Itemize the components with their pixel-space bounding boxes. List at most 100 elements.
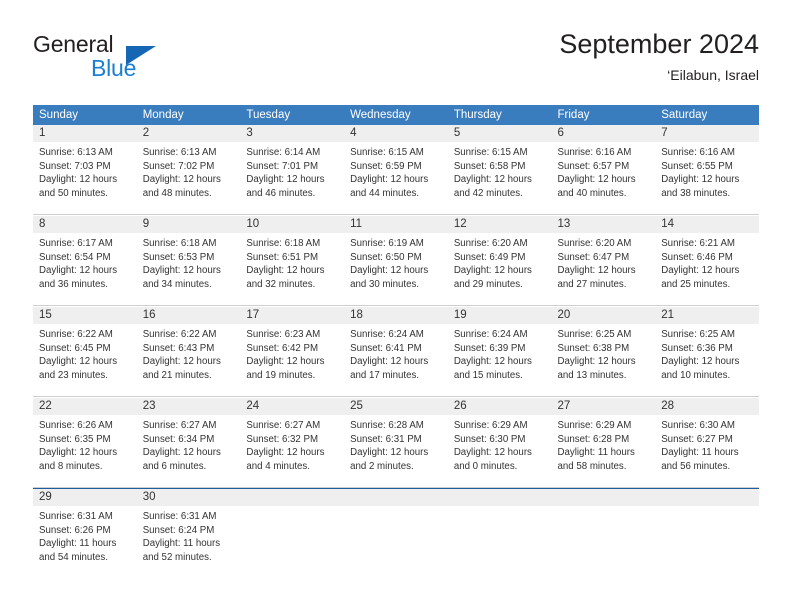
sunset-line: Sunset: 6:31 PM [350, 433, 422, 445]
sunrise-line: Sunrise: 6:18 AM [246, 238, 321, 249]
weekday-header-monday: Monday [142, 109, 184, 121]
daylight-line: Daylight: 11 hours and 54 minutes. [39, 538, 117, 563]
daylight-line: Daylight: 12 hours and 50 minutes. [39, 174, 118, 199]
sunset-line: Sunset: 7:03 PM [39, 160, 111, 172]
day-cell[interactable]: 2 Sunrise: 6:13 AM Sunset: 7:02 PM Dayli… [136, 125, 241, 215]
day-cell[interactable]: 5 Sunrise: 6:15 AM Sunset: 6:58 PM Dayli… [447, 125, 552, 215]
day-number: 22 [33, 398, 137, 415]
day-cell[interactable]: 18 Sunrise: 6:24 AM Sunset: 6:41 PM Dayl… [344, 307, 448, 397]
sunset-line: Sunset: 6:24 PM [142, 524, 215, 536]
sunrise-line: Sunrise: 6:25 AM [661, 329, 735, 340]
day-cell-empty [240, 489, 345, 573]
sunset-line: Sunset: 6:39 PM [453, 342, 526, 354]
sunset-line: Sunset: 6:49 PM [453, 251, 526, 263]
sunset-line: Sunset: 6:47 PM [557, 251, 630, 263]
day-cell[interactable]: 6 Sunrise: 6:16 AM Sunset: 6:57 PM Dayli… [551, 125, 656, 215]
daylight-line: Daylight: 11 hours and 56 minutes. [661, 447, 739, 472]
day-cell[interactable]: 17 Sunrise: 6:23 AM Sunset: 6:42 PM Dayl… [240, 307, 345, 397]
sunrise-line: Sunrise: 6:20 AM [453, 238, 528, 249]
daylight-line: Daylight: 12 hours and 25 minutes. [661, 265, 740, 290]
page-header: General Blue September 2024 ‘Eilabun, Is… [0, 0, 792, 100]
day-details: Sunrise: 6:25 AM Sunset: 6:38 PM Dayligh… [552, 324, 656, 382]
day-cell[interactable]: 1 Sunrise: 6:13 AM Sunset: 7:03 PM Dayli… [33, 125, 137, 215]
sunset-line: Sunset: 6:55 PM [661, 160, 733, 172]
weekday-header-saturday: Saturday [661, 109, 708, 121]
day-cell[interactable]: 25 Sunrise: 6:28 AM Sunset: 6:31 PM Dayl… [344, 398, 448, 488]
day-cell[interactable]: 3 Sunrise: 6:14 AM Sunset: 7:01 PM Dayli… [240, 125, 345, 215]
day-cell[interactable]: 13 Sunrise: 6:20 AM Sunset: 6:47 PM Dayl… [551, 216, 656, 306]
sunrise-line: Sunrise: 6:30 AM [661, 420, 735, 431]
day-cell[interactable]: 23 Sunrise: 6:27 AM Sunset: 6:34 PM Dayl… [136, 398, 241, 488]
calendar-page: General Blue September 2024 ‘Eilabun, Is… [0, 0, 792, 612]
day-cell[interactable]: 28 Sunrise: 6:30 AM Sunset: 6:27 PM Dayl… [655, 398, 759, 488]
day-cell[interactable]: 19 Sunrise: 6:24 AM Sunset: 6:39 PM Dayl… [447, 307, 552, 397]
sunset-line: Sunset: 6:36 PM [661, 342, 733, 354]
day-number: 21 [655, 307, 759, 324]
day-cell[interactable]: 21 Sunrise: 6:25 AM Sunset: 6:36 PM Dayl… [655, 307, 759, 397]
day-cell[interactable]: 11 Sunrise: 6:19 AM Sunset: 6:50 PM Dayl… [344, 216, 448, 306]
weekday-header-tuesday: Tuesday [246, 109, 291, 121]
day-number [447, 489, 552, 506]
day-cell[interactable]: 7 Sunrise: 6:16 AM Sunset: 6:55 PM Dayli… [655, 125, 759, 215]
day-cell[interactable]: 9 Sunrise: 6:18 AM Sunset: 6:53 PM Dayli… [136, 216, 241, 306]
week-row: 29 Sunrise: 6:31 AM Sunset: 6:26 PM Dayl… [33, 488, 759, 573]
day-cell[interactable]: 15 Sunrise: 6:22 AM Sunset: 6:45 PM Dayl… [33, 307, 137, 397]
sunset-line: Sunset: 6:57 PM [557, 160, 630, 172]
day-number: 13 [551, 216, 656, 233]
day-cell[interactable]: 24 Sunrise: 6:27 AM Sunset: 6:32 PM Dayl… [240, 398, 345, 488]
day-cell[interactable]: 27 Sunrise: 6:29 AM Sunset: 6:28 PM Dayl… [551, 398, 656, 488]
daylight-line: Daylight: 12 hours and 6 minutes. [142, 447, 221, 472]
day-details: Sunrise: 6:16 AM Sunset: 6:55 PM Dayligh… [655, 142, 759, 200]
sunrise-line: Sunrise: 6:17 AM [39, 238, 113, 249]
sunrise-line: Sunrise: 6:31 AM [142, 511, 217, 522]
day-number: 17 [240, 307, 345, 324]
day-cell[interactable]: 10 Sunrise: 6:18 AM Sunset: 6:51 PM Dayl… [240, 216, 345, 306]
day-cell[interactable]: 4 Sunrise: 6:15 AM Sunset: 6:59 PM Dayli… [344, 125, 448, 215]
day-number: 6 [551, 125, 656, 142]
day-cell[interactable]: 14 Sunrise: 6:21 AM Sunset: 6:46 PM Dayl… [655, 216, 759, 306]
sunrise-line: Sunrise: 6:27 AM [246, 420, 321, 431]
sunrise-line: Sunrise: 6:13 AM [39, 147, 113, 158]
daylight-line: Daylight: 12 hours and 23 minutes. [39, 356, 118, 381]
day-number: 8 [33, 216, 137, 233]
day-number [551, 489, 656, 506]
day-number: 15 [33, 307, 137, 324]
day-details: Sunrise: 6:31 AM Sunset: 6:24 PM Dayligh… [137, 506, 241, 564]
daylight-line: Daylight: 12 hours and 40 minutes. [557, 174, 636, 199]
day-cell-empty [447, 489, 552, 573]
sunset-line: Sunset: 6:58 PM [453, 160, 526, 172]
general-blue-logo[interactable]: General Blue [33, 31, 213, 83]
day-details: Sunrise: 6:15 AM Sunset: 6:58 PM Dayligh… [448, 142, 552, 200]
day-cell[interactable]: 26 Sunrise: 6:29 AM Sunset: 6:30 PM Dayl… [447, 398, 552, 488]
day-details: Sunrise: 6:18 AM Sunset: 6:53 PM Dayligh… [137, 233, 241, 291]
day-details: Sunrise: 6:15 AM Sunset: 6:59 PM Dayligh… [344, 142, 448, 200]
day-cell-empty [344, 489, 448, 573]
day-details: Sunrise: 6:25 AM Sunset: 6:36 PM Dayligh… [655, 324, 759, 382]
daylight-line: Daylight: 12 hours and 46 minutes. [246, 174, 325, 199]
day-cell[interactable]: 12 Sunrise: 6:20 AM Sunset: 6:49 PM Dayl… [447, 216, 552, 306]
weekday-header-wednesday: Wednesday [350, 109, 411, 121]
sunset-line: Sunset: 6:43 PM [142, 342, 215, 354]
sunset-line: Sunset: 6:28 PM [557, 433, 630, 445]
sunrise-line: Sunrise: 6:22 AM [142, 329, 217, 340]
day-cell[interactable]: 20 Sunrise: 6:25 AM Sunset: 6:38 PM Dayl… [551, 307, 656, 397]
sunrise-line: Sunrise: 6:16 AM [661, 147, 735, 158]
day-details: Sunrise: 6:20 AM Sunset: 6:47 PM Dayligh… [552, 233, 656, 291]
day-number: 4 [344, 125, 448, 142]
day-cell[interactable]: 22 Sunrise: 6:26 AM Sunset: 6:35 PM Dayl… [33, 398, 137, 488]
weekday-header-row: Sunday Monday Tuesday Wednesday Thursday… [33, 105, 759, 125]
day-cell[interactable]: 8 Sunrise: 6:17 AM Sunset: 6:54 PM Dayli… [33, 216, 137, 306]
day-details: Sunrise: 6:20 AM Sunset: 6:49 PM Dayligh… [448, 233, 552, 291]
sunset-line: Sunset: 6:34 PM [142, 433, 215, 445]
sunset-line: Sunset: 7:02 PM [142, 160, 215, 172]
sunrise-line: Sunrise: 6:19 AM [350, 238, 424, 249]
day-cell[interactable]: 29 Sunrise: 6:31 AM Sunset: 6:26 PM Dayl… [33, 489, 137, 573]
sunrise-line: Sunrise: 6:21 AM [661, 238, 735, 249]
sunset-line: Sunset: 6:41 PM [350, 342, 422, 354]
day-number: 27 [551, 398, 656, 415]
day-cell[interactable]: 30 Sunrise: 6:31 AM Sunset: 6:24 PM Dayl… [136, 489, 241, 573]
day-cell[interactable]: 16 Sunrise: 6:22 AM Sunset: 6:43 PM Dayl… [136, 307, 241, 397]
day-details: Sunrise: 6:26 AM Sunset: 6:35 PM Dayligh… [33, 415, 137, 473]
sunrise-line: Sunrise: 6:27 AM [142, 420, 217, 431]
day-details: Sunrise: 6:24 AM Sunset: 6:41 PM Dayligh… [344, 324, 448, 382]
